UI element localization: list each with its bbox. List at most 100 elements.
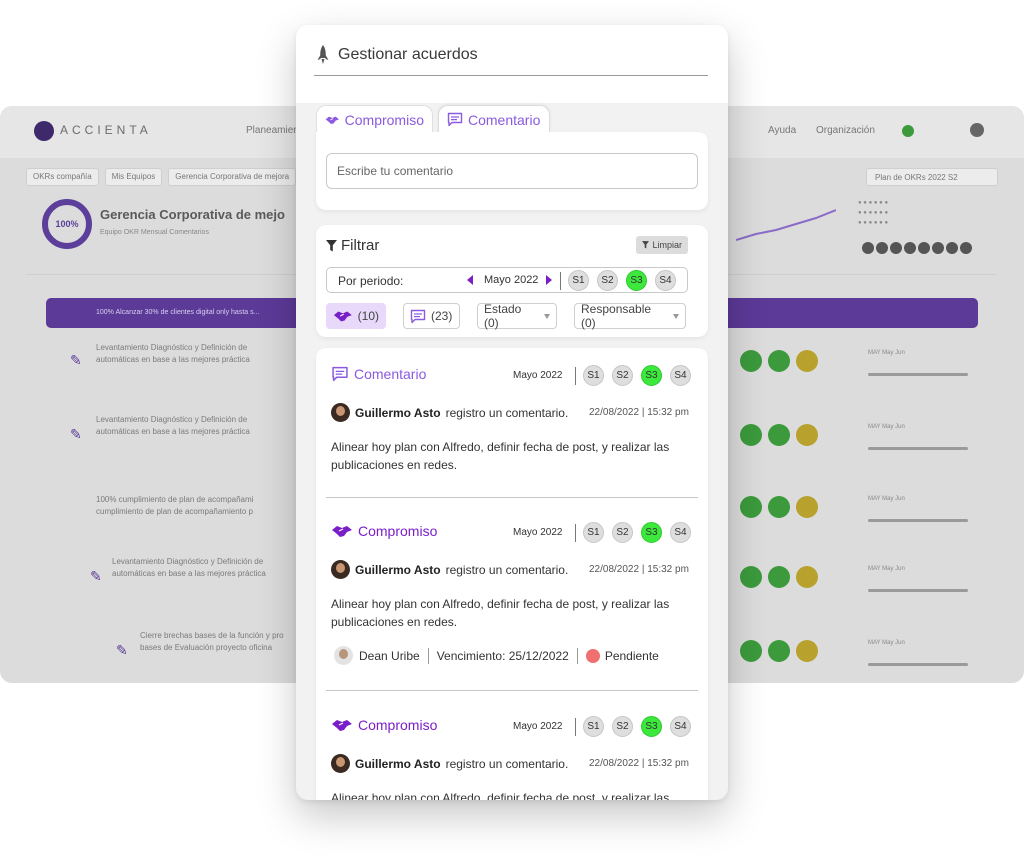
comment-input[interactable] — [326, 153, 698, 189]
item-text: Alinear hoy plan con Alfredo, definir fe… — [331, 597, 670, 629]
chevron-down-icon — [673, 313, 679, 319]
item-week-s4: S4 — [670, 365, 691, 386]
bg-plan-select: Plan de OKRs 2022 S2 — [866, 168, 998, 186]
bg-row-5-icon: ✎ — [116, 642, 128, 658]
bg-row-4: Levantamiento Diagnóstico y Definición d… — [112, 557, 266, 578]
comment-icon — [410, 309, 426, 323]
item-date: 22/08/2022 | 15:32 pm — [589, 564, 689, 575]
bg-crumb-3: Gerencia Corporativa de mejora — [168, 168, 297, 186]
panel-title: Gestionar acuerdos — [338, 46, 478, 63]
bg-row-3-mini: MAY May Jun — [868, 496, 968, 526]
bg-logo-icon — [34, 121, 54, 141]
status-dot-icon — [585, 648, 600, 663]
filter-week-s1[interactable]: S1 — [568, 270, 589, 291]
item-week-s2: S2 — [612, 522, 633, 543]
item-month: Mayo 2022 — [513, 527, 563, 538]
filter-clear-icon — [642, 241, 650, 249]
clear-filters-button[interactable]: Limpiar — [636, 236, 688, 254]
item-author: Guillermo Asto registro un comentario. — [331, 754, 568, 773]
filter-estado-select[interactable]: Estado (0) — [477, 302, 557, 330]
agreements-list: Comentario Mayo 2022 S1 S2 S3 S4 Guiller… — [316, 348, 708, 800]
bg-row-3: 100% cumplimiento de plan de acompañami c… — [96, 495, 254, 516]
item-week-s4: S4 — [670, 716, 691, 737]
handshake-icon — [333, 311, 352, 322]
item-week-s3: S3 — [641, 522, 662, 543]
filter-comentario-chip[interactable]: (23) — [403, 303, 460, 329]
bg-area-tags: Equipo OKR Mensual Comentarios — [100, 229, 209, 236]
bg-crumb-1: OKRs compañía — [26, 168, 99, 186]
filter-week-s4[interactable]: S4 — [655, 270, 676, 291]
item-separator — [326, 497, 698, 498]
item-week-s2: S2 — [612, 716, 633, 737]
item-month: Mayo 2022 — [513, 370, 563, 381]
item-type-compromiso: Compromiso — [331, 717, 437, 733]
filter-week-s3[interactable]: S3 — [626, 270, 647, 291]
bg-row-3-status — [740, 496, 818, 518]
bg-crumb-2: Mis Equipos — [104, 168, 163, 186]
avatar — [331, 560, 350, 579]
manage-agreements-panel: Gestionar acuerdos Compromiso Comentario… — [296, 25, 728, 800]
bg-row-1: Levantamiento Diagnóstico y Definición d… — [96, 343, 250, 364]
filter-title: Filtrar — [341, 237, 380, 254]
comment-form — [316, 132, 708, 210]
period-prev-arrow-icon[interactable] — [467, 275, 473, 285]
item-week-s3: S3 — [641, 365, 662, 386]
item-divider — [575, 367, 576, 385]
bg-breadcrumb: OKRs compañía Mis Equipos Gerencia Corpo… — [26, 168, 297, 186]
rocket-icon — [317, 45, 329, 64]
bg-nav-organizacion: Organización — [816, 125, 875, 136]
bg-row-1-icon: ✎ — [70, 352, 82, 368]
item-separator — [326, 690, 698, 691]
filter-compromiso-count: (10) — [357, 309, 379, 323]
bg-legend: ● ● ● ● ● ● ● ● ● ● ● ● ● ● ● ● ● ● — [858, 200, 889, 226]
item-week-s2: S2 — [612, 365, 633, 386]
bg-row-4-status — [740, 566, 818, 588]
bg-row-5: Cierre brechas bases de la función y pro… — [140, 631, 284, 652]
item-divider — [575, 718, 576, 736]
item-type-compromiso: Compromiso — [331, 523, 437, 539]
filter-icon — [326, 239, 337, 251]
item-week-s1: S1 — [583, 716, 604, 737]
bg-row-2-icon: ✎ — [70, 426, 82, 442]
meta-divider — [427, 647, 429, 664]
item-responsible: Dean Uribe — [359, 648, 420, 663]
bg-nav-ayuda: Ayuda — [768, 125, 797, 136]
item-author-name: Guillermo Asto — [355, 756, 441, 771]
bg-row-1-status — [740, 350, 818, 372]
period-next-arrow-icon[interactable] — [546, 275, 552, 285]
panel-header: Gestionar acuerdos — [296, 25, 728, 103]
bg-row-2-mini: MAY May Jun — [868, 424, 968, 454]
filter-week-s2[interactable]: S2 — [597, 270, 618, 291]
item-author: Guillermo Asto registro un comentario. — [331, 403, 568, 422]
bg-row-5-status — [740, 640, 818, 662]
bg-area-title: Gerencia Corporativa de mejo — [100, 207, 285, 222]
period-month: Mayo 2022 — [484, 274, 539, 286]
bg-team-avatars — [862, 242, 972, 254]
item-week-s3: S3 — [641, 716, 662, 737]
bg-row-2-status — [740, 424, 818, 446]
clear-filters-label: Limpiar — [652, 240, 682, 250]
filter-panel: Filtrar Limpiar Por periodo: Mayo 2022 S… — [316, 225, 708, 337]
item-text: Alinear hoy plan con Alfredo, definir fe… — [331, 440, 670, 472]
item-week-s1: S1 — [583, 522, 604, 543]
bg-objective-text: 100% Alcanzar 30% de clientes digital on… — [96, 309, 260, 316]
handshake-icon — [332, 720, 352, 731]
item-type-comentario: Comentario — [331, 366, 426, 382]
handshake-icon — [325, 116, 339, 124]
bg-progress-donut: 100% — [42, 199, 92, 249]
bg-row-4-mini: MAY May Jun — [868, 566, 968, 596]
meta-divider — [576, 647, 578, 664]
period-divider — [560, 272, 561, 290]
filter-compromiso-chip[interactable]: (10) — [326, 303, 386, 329]
tab-comentario-label: Comentario — [468, 111, 541, 128]
item-author-name: Guillermo Asto — [355, 562, 441, 577]
tab-compromiso[interactable]: Compromiso — [316, 105, 433, 133]
bg-user-avatar — [970, 123, 984, 137]
tab-comentario[interactable]: Comentario — [438, 105, 550, 133]
panel-title-divider — [314, 75, 708, 76]
avatar — [331, 403, 350, 422]
item-author: Guillermo Asto registro un comentario. — [331, 560, 568, 579]
item-text: Alinear hoy plan con Alfredo, definir fe… — [331, 791, 670, 800]
filter-responsable-select[interactable]: Responsable (0) — [574, 302, 686, 330]
item-status: Pendiente — [604, 648, 659, 663]
